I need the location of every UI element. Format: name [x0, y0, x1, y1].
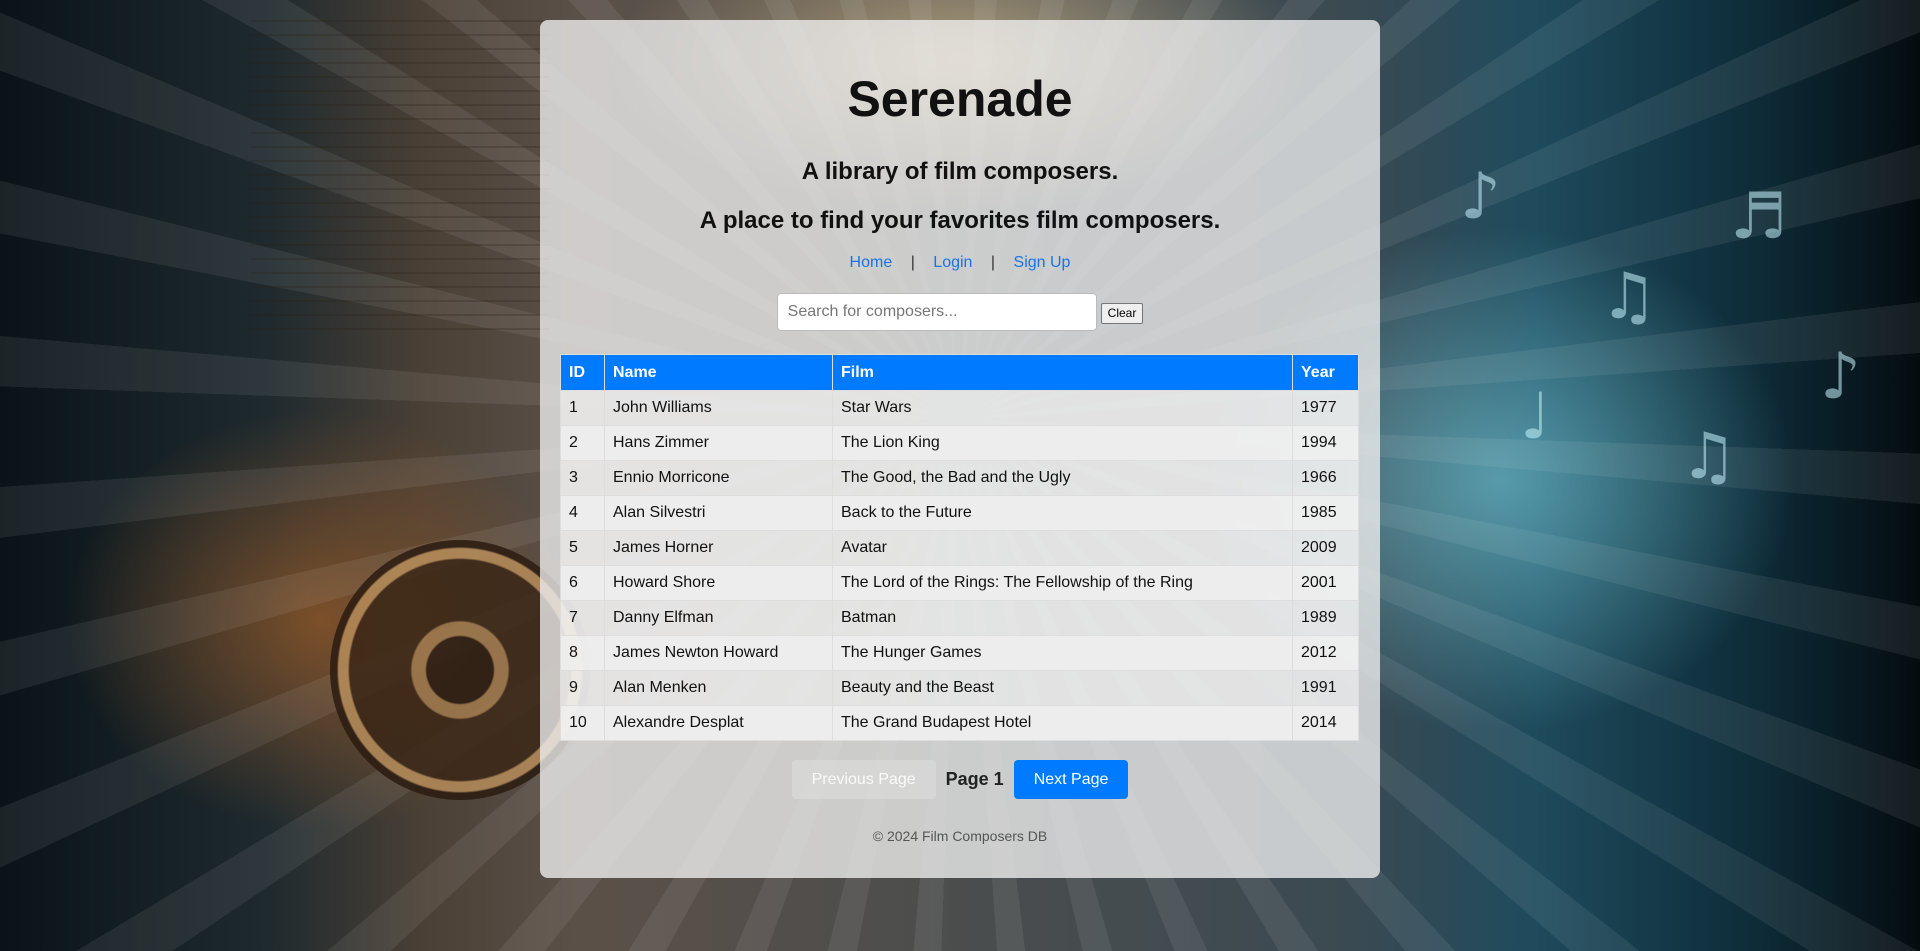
cell-name: Alexandre Desplat	[604, 705, 833, 741]
search-input[interactable]	[776, 293, 1097, 331]
cell-id: 9	[560, 670, 605, 706]
cell-year: 1991	[1292, 670, 1359, 706]
cell-name: Danny Elfman	[604, 600, 833, 636]
column-header-name: Name	[604, 354, 833, 391]
table-header-row: ID Name Film Year	[560, 354, 1359, 391]
table-row: 7 Danny Elfman Batman 1989	[560, 600, 1359, 636]
search-bar: Clear	[540, 293, 1380, 331]
table-row: 8 James Newton Howard The Hunger Games 2…	[560, 635, 1359, 671]
cell-id: 8	[560, 635, 605, 671]
table-row: 9 Alan Menken Beauty and the Beast 1991	[560, 670, 1359, 706]
table-row: 1 John Williams Star Wars 1977	[560, 390, 1359, 426]
cell-name: Howard Shore	[604, 565, 833, 601]
top-nav: Home | Login | Sign Up	[540, 254, 1380, 272]
cell-year: 1966	[1292, 460, 1359, 496]
pagination: Previous Page Page 1 Next Page	[540, 760, 1380, 799]
cell-film: Beauty and the Beast	[832, 670, 1293, 706]
cell-id: 1	[560, 390, 605, 426]
cell-film: The Hunger Games	[832, 635, 1293, 671]
column-header-film: Film	[832, 354, 1293, 391]
cell-year: 2001	[1292, 565, 1359, 601]
table-row: 5 James Horner Avatar 2009	[560, 530, 1359, 566]
site-title: Serenade	[847, 71, 1073, 127]
column-header-year: Year	[1292, 354, 1359, 391]
nav-login-link[interactable]: Login	[933, 254, 972, 271]
cell-name: Alan Menken	[604, 670, 833, 706]
footer-copyright: © 2024 Film Composers DB	[872, 828, 1048, 844]
cell-year: 1989	[1292, 600, 1359, 636]
tagline: A library of film composers.	[801, 158, 1119, 185]
nav-separator: |	[910, 254, 915, 271]
cell-name: John Williams	[604, 390, 833, 426]
cell-id: 4	[560, 495, 605, 531]
cell-id: 3	[560, 460, 605, 496]
cell-name: James Newton Howard	[604, 635, 833, 671]
clear-button[interactable]: Clear	[1100, 302, 1144, 324]
table-row: 2 Hans Zimmer The Lion King 1994	[560, 425, 1359, 461]
main-panel: Serenade A library of film composers. A …	[540, 20, 1380, 878]
cell-year: 2012	[1292, 635, 1359, 671]
nav-signup-link[interactable]: Sign Up	[1014, 254, 1071, 271]
cell-film: The Good, the Bad and the Ugly	[832, 460, 1293, 496]
cell-film: The Grand Budapest Hotel	[832, 705, 1293, 741]
cell-id: 6	[560, 565, 605, 601]
cell-year: 2014	[1292, 705, 1359, 741]
cell-id: 5	[560, 530, 605, 566]
cell-film: The Lord of the Rings: The Fellowship of…	[832, 565, 1293, 601]
background-music-notes: ♪ ♫ ♬ ♩ ♫ ♪	[1460, 160, 1861, 494]
nav-home-link[interactable]: Home	[850, 254, 893, 271]
table-row: 4 Alan Silvestri Back to the Future 1985	[560, 495, 1359, 531]
nav-separator: |	[990, 254, 996, 271]
table-row: 10 Alexandre Desplat The Grand Budapest …	[560, 705, 1359, 741]
cell-film: Back to the Future	[832, 495, 1293, 531]
cell-id: 2	[560, 425, 605, 461]
composers-table: ID Name Film Year 1 John Williams Star W…	[560, 354, 1359, 741]
next-page-button[interactable]: Next Page	[1013, 760, 1129, 799]
previous-page-button[interactable]: Previous Page	[791, 760, 936, 799]
column-header-id: ID	[560, 354, 605, 391]
tagline-secondary: A place to find your favorites film comp…	[699, 207, 1221, 234]
cell-year: 1977	[1292, 390, 1359, 426]
cell-name: Alan Silvestri	[604, 495, 833, 531]
cell-year: 2009	[1292, 530, 1359, 566]
cell-id: 7	[560, 600, 605, 636]
cell-film: Batman	[832, 600, 1293, 636]
cell-name: James Horner	[604, 530, 833, 566]
cell-name: Hans Zimmer	[604, 425, 833, 461]
cell-name: Ennio Morricone	[604, 460, 833, 496]
page-indicator: Page 1	[945, 769, 1004, 789]
cell-id: 10	[560, 705, 605, 741]
table-row: 6 Howard Shore The Lord of the Rings: Th…	[560, 565, 1359, 601]
cell-film: The Lion King	[832, 425, 1293, 461]
cell-year: 1994	[1292, 425, 1359, 461]
table-row: 3 Ennio Morricone The Good, the Bad and …	[560, 460, 1359, 496]
cell-film: Avatar	[832, 530, 1293, 566]
cell-year: 1985	[1292, 495, 1359, 531]
background-sheet-music	[250, 20, 550, 340]
cell-film: Star Wars	[832, 390, 1293, 426]
